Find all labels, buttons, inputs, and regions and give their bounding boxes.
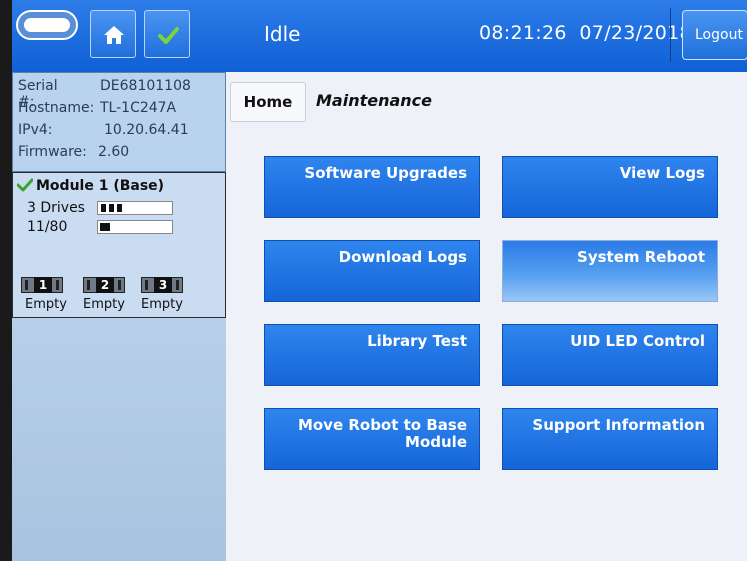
magazine-slot-mark — [56, 280, 59, 290]
main-content: Home Maintenance Software Upgrades View … — [226, 72, 747, 561]
library-status: Idle — [264, 22, 301, 46]
magazine-2[interactable]: 2 — [83, 277, 125, 293]
info-value: 10.20.64.41 — [104, 122, 189, 138]
sidebar-empty-area — [12, 318, 226, 561]
info-value: DE68101108 — [100, 78, 191, 94]
support-information-button[interactable]: Support Information — [502, 408, 718, 470]
magazine-slot-mark — [176, 280, 179, 290]
logout-button[interactable]: Logout — [682, 10, 747, 60]
page-title: Maintenance — [316, 91, 433, 110]
magazine-3[interactable]: 3 — [141, 277, 183, 293]
magazine-slot-mark — [145, 280, 148, 290]
magazine-number: 3 — [154, 277, 172, 293]
home-button[interactable] — [90, 10, 136, 58]
header-bar: Idle 08:21:26 07/23/2018 Logout — [12, 0, 747, 72]
library-info-panel: Serial #: DE68101108 Hostname: TL-1C247A… — [12, 72, 226, 172]
slots-usage-fill — [100, 223, 110, 231]
magazine-slot-mark — [87, 280, 90, 290]
overland-logo — [16, 10, 78, 40]
magazine-2-status: Empty — [83, 297, 125, 312]
magazine-1[interactable]: 1 — [21, 277, 63, 293]
magazine-number: 1 — [34, 277, 52, 293]
magazine-number: 2 — [96, 277, 114, 293]
drives-label: 3 Drives — [27, 200, 85, 216]
software-upgrades-button[interactable]: Software Upgrades — [264, 156, 480, 218]
module-title: Module 1 (Base) — [16, 178, 165, 194]
drive-block — [117, 204, 122, 212]
info-key: IPv4: — [18, 122, 53, 138]
checkmark-icon — [16, 178, 34, 192]
system-reboot-button[interactable]: System Reboot — [502, 240, 718, 302]
magazine-3-status: Empty — [141, 297, 183, 312]
module-title-label: Module 1 (Base) — [36, 178, 165, 194]
info-key: Firmware: — [18, 144, 87, 160]
library-test-button[interactable]: Library Test — [264, 324, 480, 386]
magazine-slot-mark — [118, 280, 121, 290]
view-logs-button[interactable]: View Logs — [502, 156, 718, 218]
download-logs-button[interactable]: Download Logs — [264, 240, 480, 302]
breadcrumb-home[interactable]: Home — [230, 82, 306, 122]
info-key: Hostname: — [18, 100, 95, 116]
touch-screen: Idle 08:21:26 07/23/2018 Logout Serial #… — [12, 0, 747, 561]
drive-block — [109, 204, 114, 212]
slots-usage-bar — [97, 220, 173, 234]
info-value: TL-1C247A — [100, 100, 177, 116]
logo-swoosh — [24, 18, 70, 32]
sidebar: Serial #: DE68101108 Hostname: TL-1C247A… — [12, 72, 226, 561]
drives-indicator — [97, 201, 173, 215]
module-panel[interactable]: Module 1 (Base) 3 Drives 11/80 1 2 3 Emp… — [12, 172, 226, 318]
magazine-1-status: Empty — [25, 297, 67, 312]
checkmark-icon — [158, 27, 179, 44]
magazine-slot-mark — [25, 280, 28, 290]
drive-block — [101, 204, 106, 212]
status-ok-button[interactable] — [144, 10, 190, 58]
uid-led-control-button[interactable]: UID LED Control — [502, 324, 718, 386]
header-divider — [670, 8, 671, 62]
info-value: 2.60 — [98, 144, 130, 160]
slots-label: 11/80 — [27, 219, 68, 235]
date-time: 08:21:26 07/23/2018 — [479, 22, 692, 44]
home-icon — [104, 26, 124, 44]
move-robot-to-base-button[interactable]: Move Robot to Base Module — [264, 408, 480, 470]
